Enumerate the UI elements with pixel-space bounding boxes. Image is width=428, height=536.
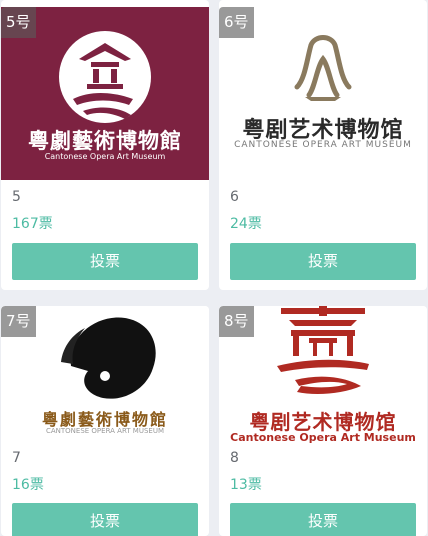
vote-count-6: 24票 [230,216,262,232]
entry-name-7: 7 [12,450,21,466]
vote-count-5: 167票 [12,216,53,232]
vote-button-8[interactable]: 投票 [230,503,416,536]
logo-title-5: 粵劇藝術博物館 [28,128,182,153]
logo-subtitle-8: Cantonese Opera Art Museum [230,431,416,444]
entry-card-7[interactable]: 粵劇藝術博物館 CANTONESE OPERA ART MUSEUM 7号 7 … [1,306,209,536]
entry-card-5[interactable]: 粵劇藝術博物館 Cantonese Opera Art Museum 5号 5 … [1,0,209,290]
entry-name-6: 6 [230,189,239,205]
logo-subtitle-7: CANTONESE OPERA ART MUSEUM [45,427,165,435]
vote-count-7: 16票 [12,477,44,493]
logo-subtitle-6: CANTONESE OPERA ART MUSEUM [234,140,412,150]
entry-card-8[interactable]: 粤剧艺术博物馆 Cantonese Opera Art Museum 8号 8 … [219,306,427,536]
vote-button-7[interactable]: 投票 [12,503,198,536]
number-badge-7: 7号 [1,306,36,337]
entry-name-5: 5 [12,189,21,205]
vote-button-5[interactable]: 投票 [12,243,198,280]
vote-button-6[interactable]: 投票 [230,243,416,280]
vote-count-8: 13票 [230,477,262,493]
number-badge-8: 8号 [219,306,254,337]
number-badge-5: 5号 [1,7,36,38]
number-badge-6: 6号 [219,7,254,38]
entry-card-6[interactable]: 粤剧艺术博物馆 CANTONESE OPERA ART MUSEUM 6号 6 … [219,0,427,290]
entry-name-8: 8 [230,450,239,466]
logo-subtitle-5: Cantonese Opera Art Museum [44,152,166,161]
